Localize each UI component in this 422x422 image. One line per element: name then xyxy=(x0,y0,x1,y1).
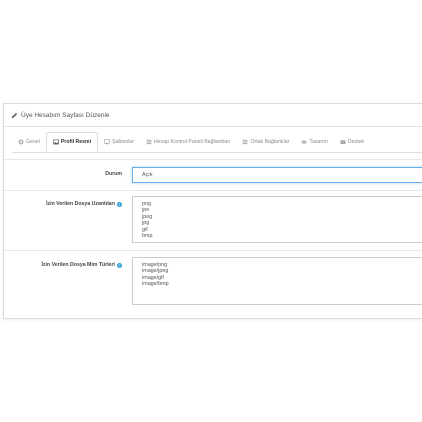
row-divider xyxy=(4,190,422,191)
list-icon xyxy=(146,139,152,145)
tabs-divider xyxy=(12,152,422,153)
help-icon[interactable]: ? xyxy=(117,262,122,268)
settings-panel: Üye Hesabım Sayfası Düzenle Genel Profil… xyxy=(3,103,422,319)
tab-genel[interactable]: Genel xyxy=(12,132,46,152)
tab-profil-resmi[interactable]: Profil Resmi xyxy=(45,132,99,152)
image-icon xyxy=(53,139,59,145)
tab-label: Genel xyxy=(26,139,40,145)
status-label: Durum xyxy=(105,171,122,177)
tab-label: Hesap Kontrol Paneli Bağlantıları xyxy=(154,139,231,145)
row-divider xyxy=(4,250,422,251)
tab-label: Şablonlar xyxy=(112,139,135,145)
help-icon[interactable]: ? xyxy=(117,201,122,207)
mime-textarea[interactable]: image/png image/jpeg image/gif image/bmp xyxy=(132,257,422,305)
extensions-textarea[interactable]: png jpe jpeg jpg gif bmp xyxy=(132,196,422,243)
eye-icon xyxy=(301,139,308,145)
tab-bar: Genel Profil Resmi Şablonlar Hesap Kontr… xyxy=(12,132,370,152)
extension-line: bmp xyxy=(142,233,153,240)
mime-label-text: İzin Verilen Dosya Mim Türleri xyxy=(41,262,115,268)
panel-title: Üye Hesabım Sayfası Düzenle xyxy=(21,111,110,119)
mime-line: image/bmp xyxy=(142,281,169,288)
mime-label: İzin Verilen Dosya Mim Türleri ? xyxy=(41,262,122,268)
tab-tasarim[interactable]: Tasarım xyxy=(295,132,333,152)
tab-ortak-baglantilar[interactable]: Ortak Bağlantılar xyxy=(236,132,295,152)
extensions-label: İzin Verilen Dosya Uzantıları ? xyxy=(46,201,122,207)
tab-label: Tasarım xyxy=(309,139,328,145)
envelope-icon xyxy=(340,139,346,145)
tab-hesap-kontrol[interactable]: Hesap Kontrol Paneli Bağlantıları xyxy=(140,132,236,152)
tab-sablonlar[interactable]: Şablonlar xyxy=(98,132,140,152)
extensions-label-text: İzin Verilen Dosya Uzantıları xyxy=(46,201,115,207)
tab-label: Profil Resmi xyxy=(60,139,92,145)
panel-heading: Üye Hesabım Sayfası Düzenle xyxy=(4,104,422,127)
list-icon xyxy=(242,139,248,145)
gears-icon xyxy=(18,139,24,145)
tab-label: Destek xyxy=(347,139,365,145)
pencil-icon xyxy=(11,112,18,119)
tab-label: Ortak Bağlantılar xyxy=(250,139,290,145)
status-label-text: Durum xyxy=(105,171,122,177)
monitor-icon xyxy=(104,139,110,145)
tab-destek[interactable]: Destek xyxy=(334,132,370,152)
status-value: Açık xyxy=(142,172,153,178)
status-select[interactable]: Açık xyxy=(132,167,422,183)
row-divider xyxy=(4,159,422,160)
